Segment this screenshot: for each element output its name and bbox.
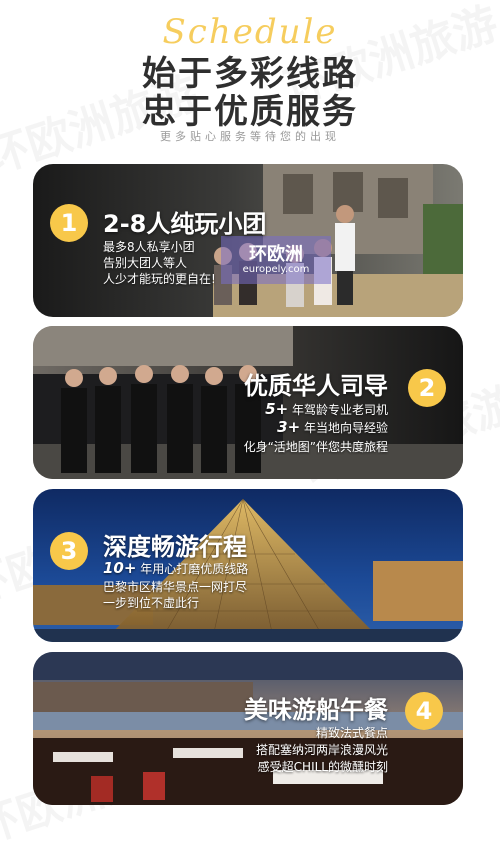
card-text-line: 精致法式餐点 [315,726,388,740]
card-number-badge: 2 [408,369,446,407]
card-text: 年当地向导经验 [303,421,388,435]
card-text-line: 人少才能玩的更自在! [103,272,216,286]
banner-url: europely.com [242,264,310,275]
feature-card-cruise-lunch: 4 美味游船午餐 精致法式餐点 搭配塞纳河两岸浪漫风光 感受超CHILL的微醺时… [33,652,463,805]
card-title: 深度畅游行程 [103,533,247,561]
card-highlight-number: 5+ [265,400,289,418]
card-text-line: 告别大团人等人 [103,256,188,270]
card-text-line: 感受超CHILL的微醺时刻 [257,760,388,774]
feature-card-itinerary: 3 深度畅游行程 10+ 年用心打磨优质线路 巴黎市区精华景点一网打尽 一步到位… [33,489,463,642]
page-title-line2: 忠于优质服务 [142,92,358,132]
card-title: 优质华人司导 [244,372,388,400]
travel-banner: 环欧洲 europely.com [221,236,331,284]
card-number-badge: 1 [50,204,88,242]
card-text-line: 5+ 年驾龄专业老司机 [265,400,388,418]
header: Schedule 始于多彩线路 忠于优质服务 更多贴心服务等待您的出现 [0,0,500,150]
card-text-line: 10+ 年用心打磨优质线路 [103,559,248,577]
banner-title: 环欧洲 [249,244,303,265]
card-text-line: 巴黎市区精华景点一网打尽 [103,580,248,594]
card-title: 2-8人纯玩小团 [103,210,267,238]
card-text: 年用心打磨优质线路 [140,562,249,576]
card-title: 美味游船午餐 [244,696,388,724]
card-text-line: 化身“活地图”伴您共度旅程 [243,440,388,454]
card-highlight-number: 3+ [277,418,301,436]
card-text-line: 最多8人私享小团 [103,240,195,254]
card-number-badge: 4 [405,692,443,730]
card-photo-drivers [33,326,463,479]
page-subtitle: 更多贴心服务等待您的出现 [160,130,340,143]
card-text: 年驾龄专业老司机 [291,403,388,417]
card-number-badge: 3 [50,532,88,570]
card-highlight-number: 10+ [103,559,137,577]
feature-card-drivers: 2 优质华人司导 5+ 年驾龄专业老司机 3+ 年当地向导经验 化身“活地图”伴… [33,326,463,479]
card-text-line: 3+ 年当地向导经验 [277,418,388,436]
card-photo-cruise [33,652,463,805]
feature-card-small-group: 环欧洲 europely.com 1 2-8人纯玩小团 最多8人私享小团 告别大… [33,164,463,317]
card-text-line: 一步到位不虚此行 [103,596,200,610]
card-text-line: 搭配塞纳河两岸浪漫风光 [255,743,388,757]
